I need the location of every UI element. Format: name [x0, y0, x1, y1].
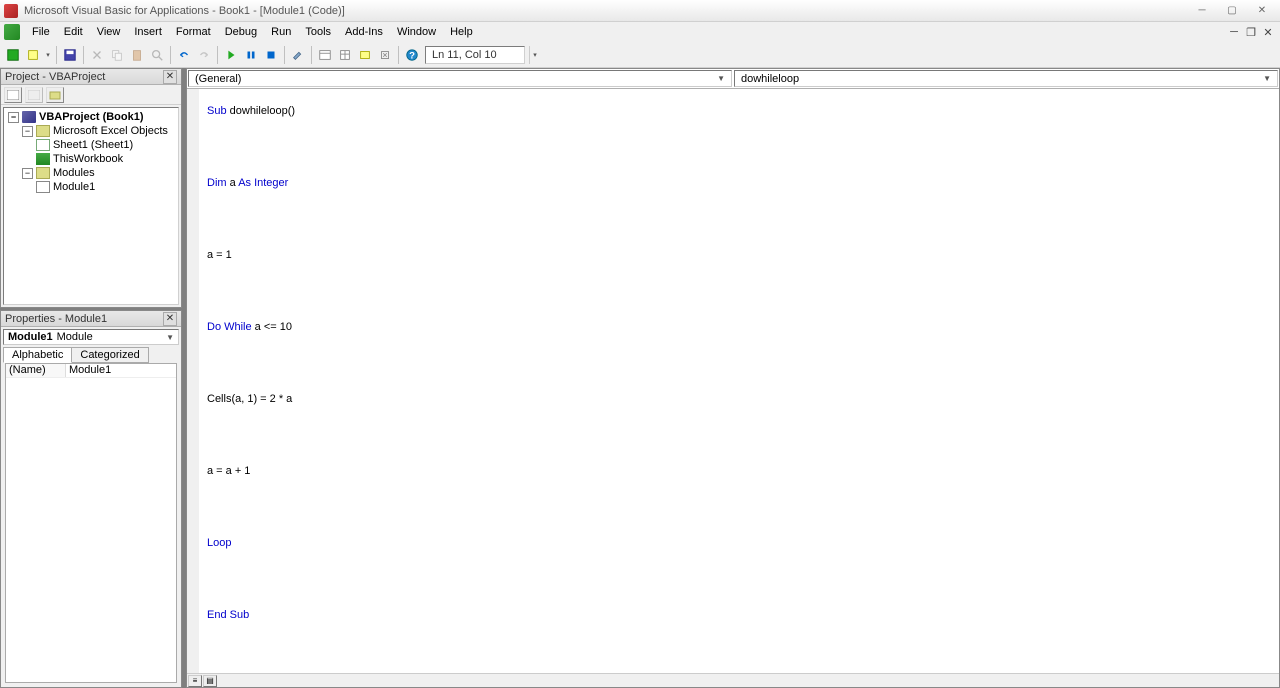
project-panel-label: Project - VBAProject [5, 71, 105, 83]
paste-button[interactable] [128, 46, 146, 64]
properties-button[interactable] [336, 46, 354, 64]
tree-label: VBAProject (Book1) [39, 111, 144, 123]
workspace: Project - VBAProject ✕ −VBAProject (Book… [0, 68, 1280, 688]
minimize-button[interactable]: ─ [1188, 3, 1216, 19]
project-panel-title: Project - VBAProject ✕ [1, 69, 181, 85]
tree-thisworkbook[interactable]: ThisWorkbook [6, 152, 176, 166]
dropdown-icon: ▼ [166, 333, 174, 342]
toolbar: ▾ ? Ln 11, Col 10 ▾ [0, 42, 1280, 68]
procedure-combo[interactable]: dowhileloop ▼ [734, 70, 1278, 87]
editor-footer: ≡ ▤ [187, 673, 1279, 687]
menu-run[interactable]: Run [265, 24, 297, 40]
horizontal-scrollbar[interactable] [221, 675, 1265, 687]
tree-label: Modules [53, 167, 95, 179]
properties-window: Properties - Module1 ✕ Module1 Module ▼ … [0, 310, 182, 688]
project-tree[interactable]: −VBAProject (Book1) −Microsoft Excel Obj… [3, 107, 179, 305]
project-explorer-button[interactable] [316, 46, 334, 64]
run-button[interactable] [222, 46, 240, 64]
svg-text:?: ? [409, 50, 415, 61]
mdi-close[interactable]: ✕ [1260, 25, 1276, 39]
properties-panel-label: Properties - Module1 [5, 313, 107, 325]
reset-button[interactable] [262, 46, 280, 64]
tree-label: ThisWorkbook [53, 153, 123, 165]
tree-label: Module1 [53, 181, 95, 193]
property-row[interactable]: (Name) Module1 [6, 364, 176, 378]
mdi-minimize[interactable]: ─ [1226, 25, 1242, 39]
dropdown-icon: ▼ [1263, 74, 1271, 83]
property-key: (Name) [6, 364, 66, 377]
view-code-button[interactable] [4, 87, 22, 103]
save-button[interactable] [61, 46, 79, 64]
menu-edit[interactable]: Edit [58, 24, 89, 40]
menu-debug[interactable]: Debug [219, 24, 263, 40]
find-button[interactable] [148, 46, 166, 64]
menu-addins[interactable]: Add-Ins [339, 24, 389, 40]
menu-format[interactable]: Format [170, 24, 217, 40]
properties-object-combo[interactable]: Module1 Module ▼ [3, 329, 179, 345]
procedure-combo-value: dowhileloop [741, 73, 799, 85]
dropdown-icon: ▼ [717, 74, 725, 83]
break-button[interactable] [242, 46, 260, 64]
combo-object-type: Module [57, 331, 93, 343]
menu-window[interactable]: Window [391, 24, 442, 40]
cursor-position: Ln 11, Col 10 [425, 46, 525, 64]
view-excel-button[interactable] [4, 46, 22, 64]
copy-button[interactable] [108, 46, 126, 64]
window-title: Microsoft Visual Basic for Applications … [24, 5, 1188, 17]
property-value[interactable]: Module1 [66, 364, 176, 377]
tree-modules[interactable]: −Modules [6, 166, 176, 180]
object-browser-button[interactable] [356, 46, 374, 64]
properties-panel-title: Properties - Module1 ✕ [1, 311, 181, 327]
redo-button[interactable] [195, 46, 213, 64]
menubar: File Edit View Insert Format Debug Run T… [0, 22, 1280, 42]
tree-label: Microsoft Excel Objects [53, 125, 168, 137]
toolbox-button[interactable] [376, 46, 394, 64]
maximize-button[interactable]: ▢ [1218, 3, 1246, 19]
combo-object-name: Module1 [8, 331, 53, 343]
properties-grid[interactable]: (Name) Module1 [5, 363, 177, 683]
app-icon [4, 4, 18, 18]
object-combo[interactable]: (General) ▼ [188, 70, 732, 87]
code-area[interactable]: Sub dowhileloop() Dim a As Integer a = 1… [187, 89, 1279, 673]
toggle-folders-button[interactable] [46, 87, 64, 103]
mdi-restore[interactable]: ❐ [1243, 25, 1259, 39]
menu-view[interactable]: View [91, 24, 127, 40]
full-module-view-button[interactable]: ▤ [203, 675, 217, 687]
excel-icon[interactable] [4, 24, 20, 40]
menu-file[interactable]: File [26, 24, 56, 40]
menu-insert[interactable]: Insert [128, 24, 168, 40]
toolbar-overflow[interactable]: ▾ [529, 46, 537, 64]
properties-tabs: Alphabetic Categorized [3, 347, 179, 363]
object-combo-value: (General) [195, 73, 241, 85]
editor-combos: (General) ▼ dowhileloop ▼ [187, 69, 1279, 89]
menu-help[interactable]: Help [444, 24, 479, 40]
code-editor: (General) ▼ dowhileloop ▼ Sub dowhileloo… [186, 68, 1280, 688]
tab-alphabetic[interactable]: Alphabetic [3, 347, 72, 363]
procedure-view-button[interactable]: ≡ [188, 675, 202, 687]
tab-categorized[interactable]: Categorized [71, 347, 148, 363]
project-explorer: Project - VBAProject ✕ −VBAProject (Book… [0, 68, 182, 308]
menu-tools[interactable]: Tools [299, 24, 337, 40]
project-panel-close[interactable]: ✕ [163, 70, 177, 84]
tree-sheet1[interactable]: Sheet1 (Sheet1) [6, 138, 176, 152]
insert-dropdown[interactable]: ▾ [44, 46, 52, 64]
tree-module1[interactable]: Module1 [6, 180, 176, 194]
view-object-button[interactable] [25, 87, 43, 103]
properties-panel-close[interactable]: ✕ [163, 312, 177, 326]
tree-excel-objects[interactable]: −Microsoft Excel Objects [6, 124, 176, 138]
tree-vbaproject[interactable]: −VBAProject (Book1) [6, 110, 176, 124]
tree-label: Sheet1 (Sheet1) [53, 139, 133, 151]
undo-button[interactable] [175, 46, 193, 64]
titlebar: Microsoft Visual Basic for Applications … [0, 0, 1280, 22]
help-button[interactable]: ? [403, 46, 421, 64]
insert-button[interactable] [24, 46, 42, 64]
close-button[interactable]: ✕ [1248, 3, 1276, 19]
project-toolbar [1, 85, 181, 105]
cut-button[interactable] [88, 46, 106, 64]
design-mode-button[interactable] [289, 46, 307, 64]
